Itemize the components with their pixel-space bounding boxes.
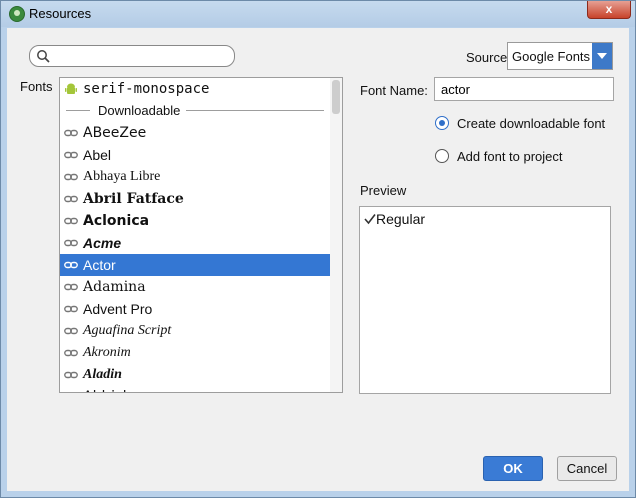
checkmark-icon bbox=[364, 214, 376, 225]
scrollbar-thumb[interactable] bbox=[332, 80, 340, 114]
search-input[interactable] bbox=[54, 47, 230, 65]
close-button[interactable]: x bbox=[587, 1, 631, 19]
list-item[interactable]: Abhaya Libre bbox=[60, 166, 342, 188]
link-icon bbox=[64, 349, 78, 357]
link-icon bbox=[64, 283, 78, 291]
list-item-label: serif-monospace bbox=[83, 81, 210, 97]
preview-panel: Regular bbox=[359, 206, 611, 394]
list-item-label: Advent Pro bbox=[83, 301, 153, 317]
window-title: Resources bbox=[29, 6, 92, 21]
list-item[interactable]: Acme bbox=[60, 232, 342, 254]
list-item-label: Aguafina Script bbox=[83, 323, 172, 338]
link-icon bbox=[64, 217, 78, 225]
dialog-content: Source Google Fonts Fonts AldrichAladinA… bbox=[7, 28, 629, 491]
scrollbar-track[interactable] bbox=[330, 78, 342, 392]
list-item-label: Abel bbox=[83, 147, 112, 163]
link-icon bbox=[64, 305, 78, 313]
chevron-down-icon[interactable] bbox=[592, 43, 612, 69]
link-icon bbox=[64, 195, 78, 203]
fonts-label: Fonts bbox=[20, 79, 53, 94]
list-item[interactable]: Aclonica bbox=[60, 210, 342, 232]
list-item[interactable]: Aldrich bbox=[60, 386, 342, 393]
link-icon bbox=[64, 151, 78, 159]
link-icon bbox=[64, 173, 78, 181]
list-item-label: ABeeZee bbox=[83, 125, 147, 141]
list-item[interactable]: Advent Pro bbox=[60, 298, 342, 320]
preview-style: Regular bbox=[376, 211, 426, 227]
link-icon bbox=[64, 371, 78, 379]
cancel-button[interactable]: Cancel bbox=[557, 456, 617, 481]
section-label: Downloadable bbox=[94, 103, 185, 118]
list-item[interactable]: Actor bbox=[60, 254, 342, 276]
list-item-label: Aladin bbox=[83, 367, 122, 382]
radio-add-to-project-label[interactable]: Add font to project bbox=[457, 149, 563, 164]
divider bbox=[66, 110, 90, 111]
list-item[interactable]: Adamina bbox=[60, 276, 342, 298]
font-name-input[interactable] bbox=[434, 77, 614, 101]
radio-add-to-project[interactable] bbox=[435, 149, 449, 163]
divider bbox=[186, 110, 324, 111]
link-icon bbox=[64, 391, 78, 393]
android-icon bbox=[65, 83, 77, 94]
list-item-label: Akronim bbox=[83, 345, 131, 360]
list-item[interactable]: Aguafina Script bbox=[60, 320, 342, 342]
list-item-label: Acme bbox=[83, 235, 122, 251]
radio-create-downloadable-label[interactable]: Create downloadable font bbox=[457, 116, 605, 131]
source-value: Google Fonts bbox=[512, 49, 591, 64]
list-item[interactable]: ABeeZee bbox=[60, 122, 342, 144]
list-item[interactable]: Aladin bbox=[60, 364, 342, 386]
link-icon bbox=[64, 261, 78, 269]
list-item[interactable]: serif-monospace bbox=[60, 78, 342, 100]
list-item-label: Adamina bbox=[83, 279, 146, 295]
list-item-label: Abril Fatface bbox=[83, 191, 184, 207]
list-item[interactable]: Abel bbox=[60, 144, 342, 166]
list-item-label: Aldrich bbox=[83, 389, 132, 392]
resources-dialog: Resources x Source Google Fonts Fonts Al… bbox=[0, 0, 636, 498]
android-studio-icon bbox=[9, 6, 25, 22]
list-item[interactable]: Abril Fatface bbox=[60, 188, 342, 210]
link-icon bbox=[64, 239, 78, 247]
title-bar[interactable]: Resources x bbox=[1, 1, 635, 27]
list-item-label: Actor bbox=[83, 257, 116, 273]
link-icon bbox=[64, 129, 78, 137]
source-dropdown[interactable]: Google Fonts bbox=[507, 42, 613, 70]
list-section-header: Downloadable bbox=[60, 100, 342, 122]
link-icon bbox=[64, 327, 78, 335]
preview-label: Preview bbox=[360, 183, 407, 198]
radio-create-downloadable[interactable] bbox=[435, 116, 449, 130]
source-label: Source bbox=[466, 50, 508, 65]
font-list[interactable]: Aldrich Aladin Akronim Aguafina Script Adven… bbox=[59, 77, 343, 393]
list-item-label: Abhaya Libre bbox=[83, 169, 161, 184]
font-name-label: Font Name: bbox=[360, 83, 428, 98]
list-item-label: Aclonica bbox=[83, 213, 150, 229]
search-field[interactable] bbox=[29, 45, 235, 67]
ok-button[interactable]: OK bbox=[483, 456, 543, 481]
search-icon bbox=[37, 50, 50, 63]
list-item[interactable]: Akronim bbox=[60, 342, 342, 364]
